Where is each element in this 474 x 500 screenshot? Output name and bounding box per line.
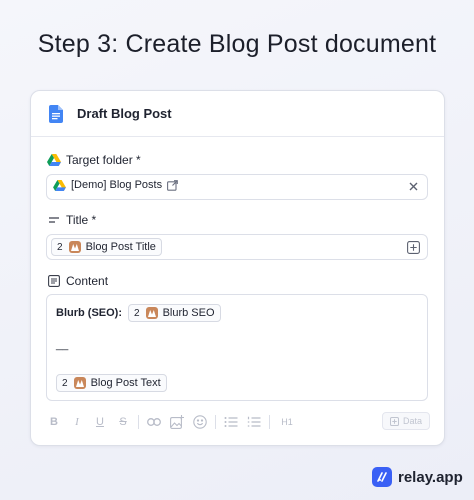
content-label: Content xyxy=(47,274,108,288)
toolbar-divider xyxy=(269,415,270,429)
title-token[interactable]: 2 Blog Post Title xyxy=(51,238,162,256)
google-drive-icon xyxy=(53,179,66,191)
emoji-icon[interactable] xyxy=(192,414,208,430)
google-docs-icon xyxy=(49,104,63,123)
step-card: Draft Blog Post Target folder * [Demo] B… xyxy=(30,90,445,446)
formatting-toolbar: B I U S H1 Data xyxy=(46,411,430,433)
relay-brand: relay.app xyxy=(372,467,463,487)
blurb-token[interactable]: 2 Blurb SEO xyxy=(128,304,221,322)
link-icon[interactable] xyxy=(146,414,162,430)
numbered-list-icon[interactable] xyxy=(246,414,262,430)
token-step-number: 2 xyxy=(134,307,140,319)
underline-button[interactable]: U xyxy=(92,414,108,430)
clear-icon[interactable] xyxy=(408,181,419,192)
content-editor[interactable]: Blurb (SEO): 2 Blurb SEO __ 2 Blog Post … xyxy=(46,294,428,401)
card-title: Draft Blog Post xyxy=(77,106,172,121)
google-drive-icon xyxy=(47,153,61,167)
add-data-icon xyxy=(389,416,399,426)
bulleted-list-icon[interactable] xyxy=(223,414,239,430)
heading-button[interactable]: H1 xyxy=(277,414,297,430)
italic-button[interactable]: I xyxy=(69,414,85,430)
app-icon xyxy=(73,377,86,389)
token-step-number: 2 xyxy=(62,377,68,389)
app-icon xyxy=(68,241,81,253)
title-label: Title * xyxy=(47,213,96,227)
blurb-label: Blurb (SEO): xyxy=(56,307,122,319)
title-field[interactable]: 2 Blog Post Title xyxy=(46,234,428,260)
blog-text-token[interactable]: 2 Blog Post Text xyxy=(56,374,167,392)
relay-logo-icon xyxy=(372,467,392,487)
strikethrough-button[interactable]: S xyxy=(115,414,131,430)
app-icon xyxy=(145,307,158,319)
target-folder-label: Target folder * xyxy=(47,153,141,167)
toolbar-divider xyxy=(138,415,139,429)
card-header: Draft Blog Post xyxy=(31,91,444,137)
add-image-icon[interactable] xyxy=(169,414,185,430)
external-link-icon[interactable] xyxy=(167,179,178,191)
separator-text: __ xyxy=(56,339,69,351)
page-headline: Step 3: Create Blog Post document xyxy=(37,30,437,58)
short-text-icon xyxy=(47,213,61,227)
brand-name: relay.app xyxy=(398,468,463,486)
token-step-number: 2 xyxy=(57,241,63,253)
target-folder-field[interactable]: [Demo] Blog Posts xyxy=(46,174,428,200)
toolbar-divider xyxy=(215,415,216,429)
add-variable-icon[interactable] xyxy=(407,241,420,254)
target-folder-value: [Demo] Blog Posts xyxy=(71,179,163,191)
long-text-icon xyxy=(47,274,61,288)
data-button[interactable]: Data xyxy=(382,412,430,430)
bold-button[interactable]: B xyxy=(46,414,62,430)
